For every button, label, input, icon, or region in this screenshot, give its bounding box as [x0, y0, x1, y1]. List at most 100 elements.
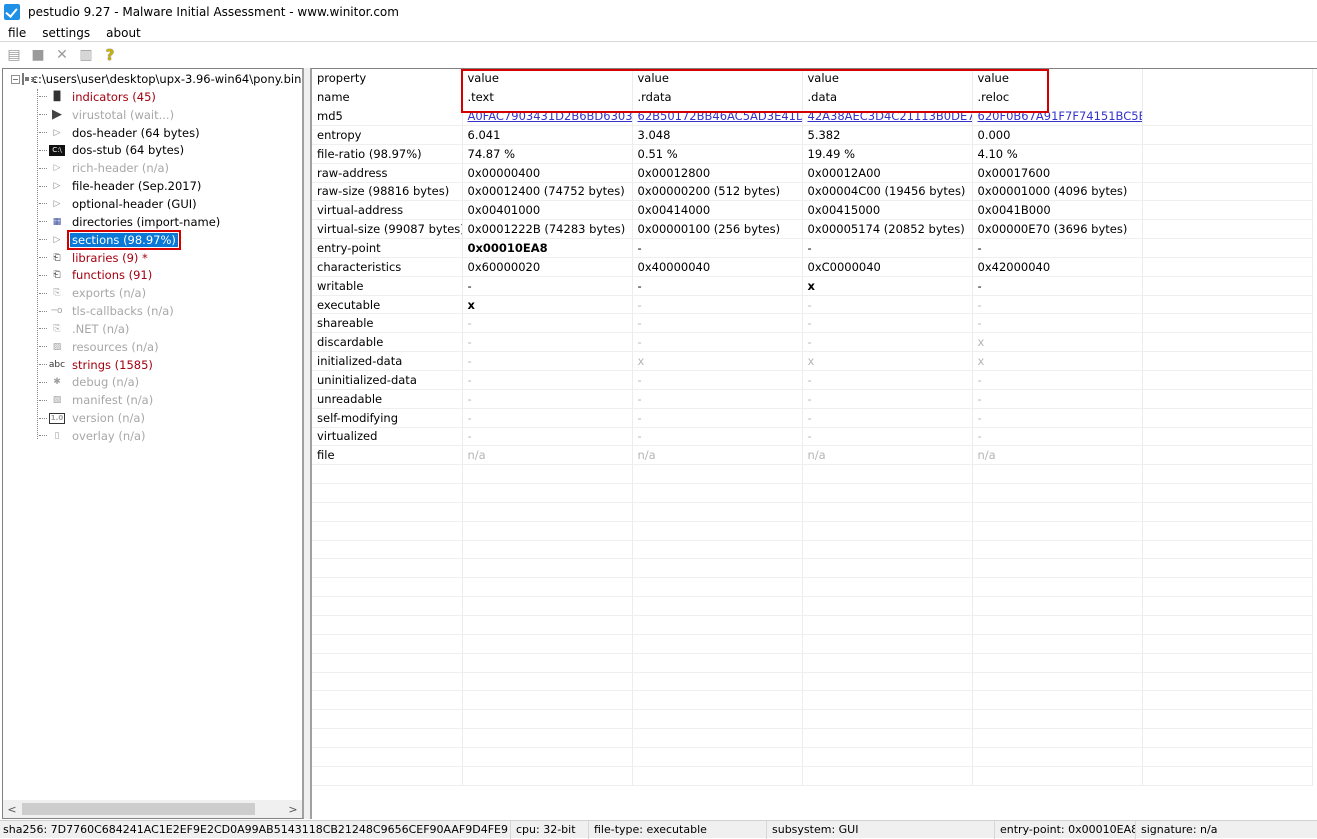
empty-cell [462, 766, 633, 786]
empty-cell [312, 464, 463, 485]
value-cell: 5.382 [802, 125, 973, 145]
tree-item-label: strings (1585) [72, 357, 153, 372]
table-row[interactable]: initialized-data - x x x [312, 351, 1313, 371]
tree-item[interactable]: ▯ overlay (n/a) [3, 427, 302, 445]
tree-item[interactable]: ▷ rich-header (n/a) [3, 159, 302, 177]
table-row[interactable]: md5A0FAC7903431D2B6BD63033...62B50172BB4… [312, 106, 1313, 127]
value-cell[interactable]: 42A38AEC3D4C21113B0DE7... [802, 106, 973, 127]
table-row[interactable]: raw-address 0x00000400 0x00012800 0x00012A0… [312, 163, 1313, 183]
table-row[interactable]: characteristics 0x60000020 0x40000040 0xC00… [312, 257, 1313, 277]
column-header-value[interactable]: value [802, 69, 973, 88]
expand-arrow-icon[interactable]: ▷ [49, 126, 65, 140]
table-row[interactable]: name .text .rdata .data .reloc [312, 87, 1313, 107]
tree-item[interactable]: ✱ debug (n/a) [3, 374, 302, 392]
tree-item[interactable]: ▐▌ indicators (45) [3, 88, 302, 106]
tree-item[interactable]: ⎘ .NET (n/a) [3, 320, 302, 338]
app-checkmark-icon [4, 4, 20, 20]
table-row[interactable]: raw-size (98816 bytes) 0x00012400 (74752 … [312, 182, 1313, 202]
table-row[interactable]: unreadable - - - - [312, 389, 1313, 409]
empty-cell [1142, 634, 1313, 654]
tree-item[interactable]: 1.0 version (n/a) [3, 409, 302, 427]
value-cell: x [802, 276, 973, 296]
empty-row [312, 502, 1313, 522]
expand-arrow-icon[interactable]: ▷ [49, 179, 65, 193]
tree-connector [39, 149, 47, 151]
collapse-icon[interactable]: − [11, 74, 20, 84]
empty-cell [462, 690, 633, 711]
horizontal-scrollbar[interactable]: < > [3, 800, 302, 818]
empty-cell [972, 728, 1143, 748]
tree-item[interactable]: ⎗ libraries (9) * [3, 249, 302, 267]
menu-file[interactable]: file [0, 26, 34, 40]
table-row[interactable]: uninitialized-data - - - - [312, 370, 1313, 390]
table-row[interactable]: entropy 6.041 3.048 5.382 0.000 [312, 125, 1313, 145]
tree-connector [39, 257, 47, 259]
tree-item[interactable]: abc strings (1585) [3, 356, 302, 374]
value-cell: x [632, 351, 803, 371]
table-row[interactable]: writable - - x - [312, 276, 1313, 296]
value-cell[interactable]: 62B50172BB46AC5AD3E41D... [632, 106, 803, 127]
menu-about[interactable]: about [98, 26, 149, 40]
tree-item-label: .NET (n/a) [72, 321, 130, 336]
empty-cell [1142, 106, 1313, 127]
tree-root[interactable]: − c:\users\user\desktop\upx-3.96-win64\p… [3, 70, 302, 88]
tree-item[interactable]: ▧ manifest (n/a) [3, 391, 302, 409]
value-cell[interactable]: 620F0B67A91F7F74151BC5B... [972, 106, 1143, 127]
expand-arrow-icon[interactable]: ▷ [49, 161, 65, 175]
expand-arrow-icon[interactable]: ▷ [49, 233, 65, 247]
table-row[interactable]: self-modifying - - - - [312, 408, 1313, 428]
tree-item[interactable]: ─o tls-callbacks (n/a) [3, 302, 302, 320]
column-header-property[interactable]: property [312, 69, 463, 88]
scrollbar-thumb[interactable] [22, 803, 255, 815]
column-header-value[interactable]: value [972, 69, 1143, 88]
tree-item[interactable]: ▷ dos-header (64 bytes) [3, 124, 302, 142]
delete-icon[interactable]: ✕ [52, 45, 72, 65]
tree-item[interactable]: C:\ dos-stub (64 bytes) [3, 142, 302, 160]
open-icon[interactable]: ▤ [4, 45, 24, 65]
value-cell: x [972, 351, 1143, 371]
empty-cell [632, 747, 803, 767]
table-row[interactable]: virtualized - - - - [312, 427, 1313, 447]
empty-cell [632, 653, 803, 673]
value-cell: - [632, 238, 803, 258]
empty-cell [802, 596, 973, 616]
tree-item[interactable]: ▦ directories (import-name) [3, 213, 302, 231]
table-row[interactable]: file n/a n/a n/a n/a [312, 445, 1313, 466]
scroll-right-icon[interactable]: > [284, 803, 302, 816]
tree-item-label: exports (n/a) [72, 286, 147, 301]
menu-settings[interactable]: settings [34, 26, 98, 40]
expand-arrow-icon[interactable]: ▷ [49, 197, 65, 211]
empty-cell [802, 766, 973, 786]
value-cell: - [632, 332, 803, 353]
table-row[interactable]: executable x - - - [312, 295, 1313, 315]
tree-item[interactable]: ▷ file-header (Sep.2017) [3, 177, 302, 195]
tree-item[interactable]: ▶ virustotal (wait...) [3, 106, 302, 124]
save-icon[interactable]: ■ [28, 45, 48, 65]
tree-item[interactable]: ▨ resources (n/a) [3, 338, 302, 356]
empty-row [312, 653, 1313, 673]
tree-item[interactable]: ▷ optional-header (GUI) [3, 195, 302, 213]
tree-item[interactable]: ⎘ exports (n/a) [3, 284, 302, 302]
empty-row [312, 464, 1313, 485]
scroll-left-icon[interactable]: < [3, 803, 21, 816]
table-row[interactable]: entry-point 0x00010EA8- - - [312, 238, 1313, 258]
value-cell: - [462, 351, 633, 371]
table-row[interactable]: virtual-address 0x00401000 0x00414000 0x004… [312, 200, 1313, 221]
value-cell[interactable]: A0FAC7903431D2B6BD63033... [462, 106, 633, 127]
column-header-value[interactable]: value [632, 69, 803, 88]
table-row[interactable]: file-ratio (98.97%) 74.87 % 0.51 % 19.49 % 4… [312, 144, 1313, 164]
table-row[interactable]: shareable - - - - [312, 313, 1313, 334]
column-header-value[interactable]: value [462, 69, 633, 88]
tree-root-label: c:\users\user\desktop\upx-3.96-win64\pon… [31, 72, 302, 86]
empty-cell [632, 483, 803, 503]
help-icon[interactable]: ? [100, 45, 120, 65]
clipboard-icon[interactable]: ▥ [76, 45, 96, 65]
tree-item[interactable]: ▷ sections (98.97%) [3, 229, 302, 250]
empty-cell [312, 672, 463, 692]
table-row[interactable]: discardable - - - x [312, 332, 1313, 353]
table-row[interactable]: virtual-size (99087 bytes) 0x0001222B (74… [312, 219, 1313, 240]
tree-item[interactable]: ⎗ functions (91) [3, 266, 302, 284]
value-cell: 6.041 [462, 125, 633, 145]
tree-connector [39, 435, 47, 437]
value-cell: 0x00000200 (512 bytes) [632, 182, 803, 202]
